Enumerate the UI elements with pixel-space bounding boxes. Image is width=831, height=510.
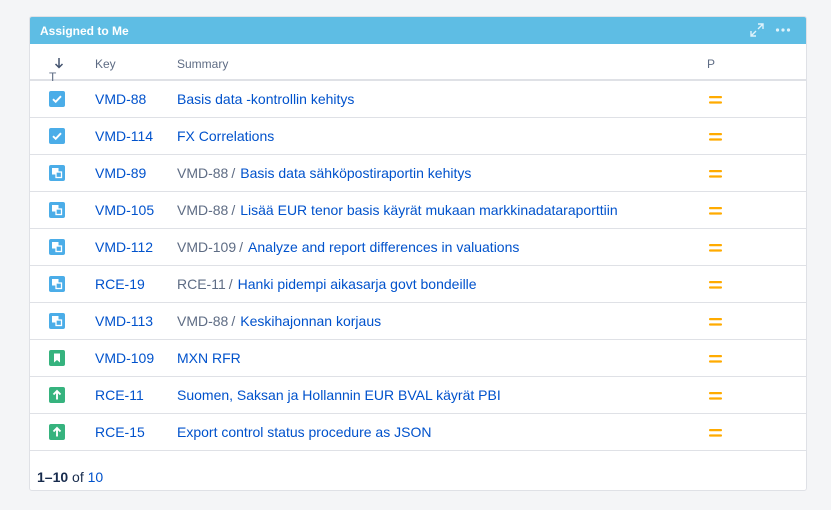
summary-link[interactable]: Basis data -kontrollin kehitys (177, 91, 354, 107)
priority-medium-icon (709, 204, 722, 216)
table-row[interactable]: RCE-15 Export control status procedure as… (30, 414, 806, 451)
improvement-icon (49, 424, 65, 440)
column-key-header[interactable]: Key (95, 57, 116, 71)
summary-link[interactable]: Export control status procedure as JSON (177, 424, 431, 440)
subtask-icon (49, 165, 65, 181)
priority-medium-icon (709, 278, 722, 290)
pagination-range: 1–10 (37, 469, 69, 485)
issue-key-link[interactable]: RCE-19 (95, 276, 145, 292)
issue-summary: MXN RFR (177, 350, 241, 366)
table-row[interactable]: RCE-11 Suomen, Saksan ja Hollannin EUR BV… (30, 377, 806, 414)
summary-link[interactable]: Analyze and report differences in valuat… (248, 239, 519, 255)
issue-summary: VMD-88/Keskihajonnan korjaus (177, 313, 381, 329)
priority-medium-icon (709, 315, 722, 327)
table-row[interactable]: VMD-114 FX Correlations (30, 118, 806, 155)
issue-summary: VMD-88/Lisää EUR tenor basis käyrät muka… (177, 202, 618, 218)
summary-link[interactable]: Suomen, Saksan ja Hollannin EUR BVAL käy… (177, 387, 501, 403)
priority-medium-icon (709, 130, 722, 142)
sort-arrow-down-icon (54, 58, 64, 69)
priority-medium-icon (709, 352, 722, 364)
parent-key-link[interactable]: VMD-88 (177, 165, 228, 181)
issue-key-link[interactable]: RCE-11 (95, 387, 144, 403)
issue-summary: Basis data -kontrollin kehitys (177, 91, 354, 107)
parent-key-link[interactable]: RCE-11 (177, 276, 226, 292)
table-row[interactable]: VMD-113 VMD-88/Keskihajonnan korjaus (30, 303, 806, 340)
issue-summary: Suomen, Saksan ja Hollannin EUR BVAL käy… (177, 387, 501, 403)
issue-table-body: VMD-88 Basis data -kontrollin kehitys VMD-… (30, 81, 806, 451)
priority-medium-icon (709, 167, 722, 179)
parent-key-link[interactable]: VMD-88 (177, 313, 228, 329)
subtask-icon (49, 202, 65, 218)
parent-key-link[interactable]: VMD-88 (177, 202, 228, 218)
table-row[interactable]: VMD-89 VMD-88/Basis data sähköpostiraport… (30, 155, 806, 192)
gadget-header: Assigned to Me (30, 17, 806, 44)
parent-separator: / (231, 313, 236, 329)
pagination: 1–10 of 10 (37, 469, 103, 485)
story-icon (49, 350, 65, 366)
issue-key-link[interactable]: RCE-15 (95, 424, 145, 440)
issue-key-link[interactable]: VMD-89 (95, 165, 146, 181)
improvement-icon (49, 387, 65, 403)
task-icon (49, 91, 65, 107)
summary-link[interactable]: FX Correlations (177, 128, 274, 144)
parent-separator: / (231, 165, 236, 181)
issue-key-link[interactable]: VMD-88 (95, 91, 146, 107)
priority-medium-icon (709, 389, 722, 401)
gadget-title: Assigned to Me (40, 24, 129, 38)
task-icon (49, 128, 65, 144)
issue-summary: FX Correlations (177, 128, 274, 144)
table-row[interactable]: VMD-88 Basis data -kontrollin kehitys (30, 81, 806, 118)
summary-link[interactable]: Lisää EUR tenor basis käyrät mukaan mark… (240, 202, 617, 218)
table-row[interactable]: RCE-19 RCE-11/ Hanki pidempi aikasarja gov… (30, 266, 806, 303)
issue-key-link[interactable]: VMD-109 (95, 350, 154, 366)
parent-separator: / (239, 239, 244, 255)
summary-link[interactable]: Basis data sähköpostiraportin kehitys (240, 165, 471, 181)
column-header-row: T Key Summary P (30, 44, 806, 84)
column-summary-header[interactable]: Summary (177, 57, 228, 71)
summary-link[interactable]: Keskihajonnan korjaus (240, 313, 381, 329)
issue-key-link[interactable]: VMD-105 (95, 202, 154, 218)
table-row[interactable]: VMD-109 MXN RFR (30, 340, 806, 377)
summary-link[interactable]: MXN RFR (177, 350, 241, 366)
pagination-total[interactable]: 10 (88, 469, 104, 485)
subtask-icon (49, 239, 65, 255)
issue-summary: VMD-88/Basis data sähköpostiraportin keh… (177, 165, 471, 181)
priority-medium-icon (709, 241, 722, 253)
column-priority-header[interactable]: P (707, 57, 715, 71)
table-row[interactable]: VMD-112 VMD-109/Analyze and report differ… (30, 229, 806, 266)
parent-separator: / (231, 202, 236, 218)
assigned-to-me-gadget: Assigned to Me T Key Summary P VMD-88 Bas… (29, 16, 807, 491)
summary-link[interactable]: Hanki pidempi aikasarja govt bondeille (238, 276, 477, 292)
issue-key-link[interactable]: VMD-112 (95, 239, 153, 255)
issue-summary: Export control status procedure as JSON (177, 424, 431, 440)
more-icon[interactable] (774, 22, 792, 38)
column-type-header[interactable]: T (49, 57, 64, 84)
subtask-icon (49, 313, 65, 329)
table-row[interactable]: VMD-105 VMD-88/Lisää EUR tenor basis käyr… (30, 192, 806, 229)
parent-key-link[interactable]: VMD-109 (177, 239, 236, 255)
priority-medium-icon (709, 93, 722, 105)
expand-icon[interactable] (748, 22, 766, 38)
pagination-of: of (72, 469, 84, 485)
issue-key-link[interactable]: VMD-114 (95, 128, 153, 144)
priority-medium-icon (709, 426, 722, 438)
issue-summary: RCE-11/ Hanki pidempi aikasarja govt bond… (177, 276, 477, 292)
issue-key-link[interactable]: VMD-113 (95, 313, 153, 329)
issue-summary: VMD-109/Analyze and report differences i… (177, 239, 519, 255)
parent-separator: / (228, 276, 233, 292)
subtask-icon (49, 276, 65, 292)
